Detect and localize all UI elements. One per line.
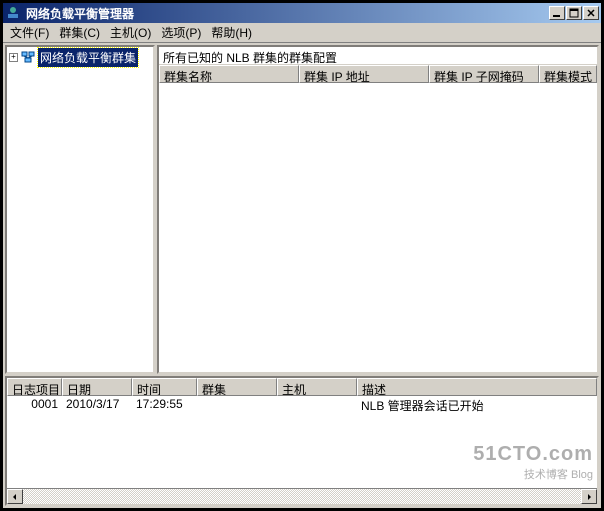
log-hscrollbar[interactable] — [7, 488, 597, 504]
col-log-desc[interactable]: 描述 — [357, 378, 597, 396]
tree-pane[interactable]: + 网络负载平衡群集 — [5, 45, 155, 374]
top-panes: + 网络负载平衡群集 所有已知的 NLB 群集的群集配置 群集名称 群集 IP … — [5, 45, 599, 374]
col-log-cluster[interactable]: 群集 — [197, 378, 277, 396]
log-cell-date: 2010/3/17 — [62, 396, 132, 415]
scroll-track[interactable] — [23, 489, 581, 504]
log-cell-entry: 0001 — [7, 396, 62, 415]
log-body[interactable]: 0001 2010/3/17 17:29:55 NLB 管理器会话已开始 — [7, 396, 597, 488]
minimize-button[interactable] — [549, 6, 565, 20]
tree-root-label[interactable]: 网络负载平衡群集 — [38, 48, 138, 67]
log-cell-cluster — [197, 396, 277, 415]
tree-root-node[interactable]: + 网络负载平衡群集 — [9, 49, 151, 65]
menubar: 文件(F) 群集(C) 主机(O) 选项(P) 帮助(H) — [3, 23, 601, 43]
list-caption: 所有已知的 NLB 群集的群集配置 — [159, 47, 597, 65]
app-icon — [5, 5, 21, 21]
log-pane: 日志项目 日期 时间 群集 主机 描述 0001 2010/3/17 17:29… — [5, 376, 599, 506]
log-cell-host — [277, 396, 357, 415]
maximize-button[interactable] — [566, 6, 582, 20]
content-area: + 网络负载平衡群集 所有已知的 NLB 群集的群集配置 群集名称 群集 IP … — [3, 43, 601, 508]
log-row[interactable]: 0001 2010/3/17 17:29:55 NLB 管理器会话已开始 — [7, 396, 597, 415]
cluster-list-header: 群集名称 群集 IP 地址 群集 IP 子网掩码 群集模式 — [159, 65, 597, 83]
cluster-list-body[interactable] — [159, 83, 597, 372]
window-buttons — [549, 6, 599, 20]
menu-cluster[interactable]: 群集(C) — [54, 22, 105, 43]
col-cluster-name[interactable]: 群集名称 — [159, 65, 299, 83]
log-header: 日志项目 日期 时间 群集 主机 描述 — [7, 378, 597, 396]
menu-host[interactable]: 主机(O) — [105, 22, 156, 43]
col-log-date[interactable]: 日期 — [62, 378, 132, 396]
col-cluster-mask[interactable]: 群集 IP 子网掩码 — [429, 65, 539, 83]
close-button[interactable] — [583, 6, 599, 20]
col-cluster-mode[interactable]: 群集模式 — [539, 65, 597, 83]
scroll-left-button[interactable] — [7, 489, 23, 504]
right-pane: 所有已知的 NLB 群集的群集配置 群集名称 群集 IP 地址 群集 IP 子网… — [157, 45, 599, 374]
col-log-time[interactable]: 时间 — [132, 378, 197, 396]
main-window: 网络负载平衡管理器 文件(F) 群集(C) 主机(O) 选项(P) 帮助(H) … — [0, 0, 604, 511]
col-log-host[interactable]: 主机 — [277, 378, 357, 396]
log-cell-desc: NLB 管理器会话已开始 — [357, 396, 597, 415]
log-cell-time: 17:29:55 — [132, 396, 197, 415]
cluster-icon — [20, 49, 36, 65]
menu-help[interactable]: 帮助(H) — [206, 22, 257, 43]
titlebar[interactable]: 网络负载平衡管理器 — [3, 3, 601, 23]
menu-options[interactable]: 选项(P) — [156, 22, 206, 43]
scroll-right-button[interactable] — [581, 489, 597, 504]
col-log-entry[interactable]: 日志项目 — [7, 378, 62, 396]
window-title: 网络负载平衡管理器 — [24, 5, 549, 22]
menu-file[interactable]: 文件(F) — [5, 22, 54, 43]
col-cluster-ip[interactable]: 群集 IP 地址 — [299, 65, 429, 83]
tree-expand-icon[interactable]: + — [9, 53, 18, 62]
